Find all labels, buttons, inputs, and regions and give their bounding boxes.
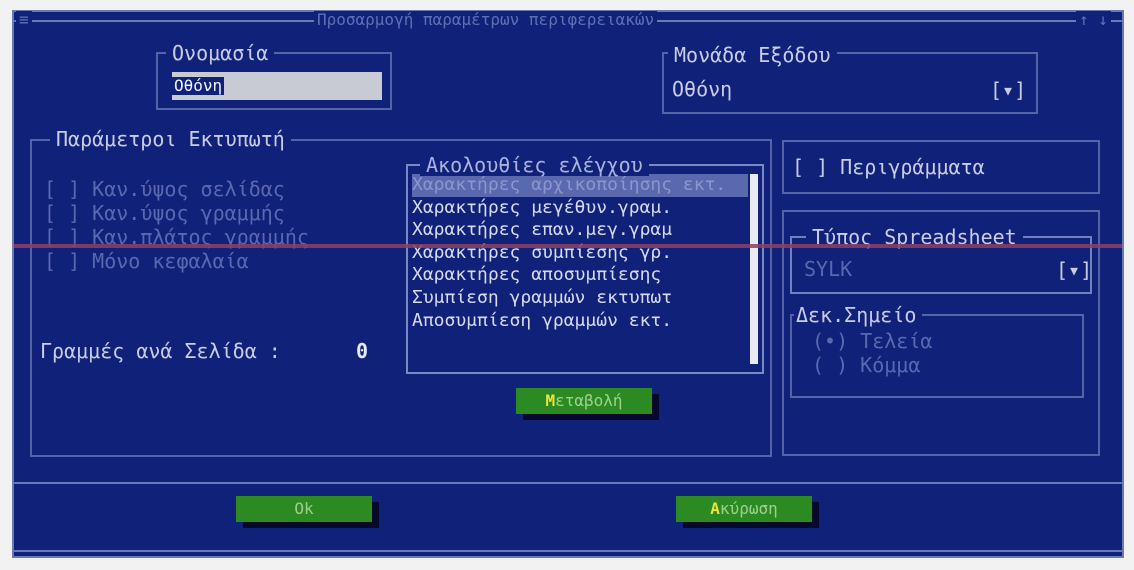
output-unit-value[interactable]: Οθόνη — [672, 78, 732, 100]
name-field-value: Οθόνη — [172, 76, 225, 95]
list-item[interactable]: Χαρακτήρες επαν.μεγ.γραμ — [412, 219, 748, 242]
decimal-option-comma-label: Κόμμα — [860, 353, 921, 377]
peripheral-settings-window: ≡ Προσαρμογή παραμέτρων περιφερειακών ↑ … — [12, 10, 1124, 558]
list-item[interactable]: Αποσυμπίεση γραμμών εκτ. — [412, 310, 748, 333]
borders-option[interactable]: [ ] Περιγράμματα — [792, 156, 985, 178]
lines-per-page-label: Γραμμές ανά Σελίδα : — [40, 339, 281, 363]
list-item[interactable]: Χαρακτήρες αρχικοποίησης εκτ. — [412, 174, 748, 197]
list-scrollbar[interactable] — [750, 174, 758, 364]
printer-params-label: Παράμετροι Εκτυπωτή — [50, 128, 291, 150]
change-button-label: εταβολή — [555, 391, 623, 410]
option-uppercase-only-label: Μόνο κεφαλαία — [92, 249, 249, 273]
bottom-separator — [14, 482, 1122, 484]
cancel-button-label: κύρωση — [719, 499, 778, 518]
borders-option-label: Περιγράμματα — [840, 155, 985, 179]
radio-comma[interactable]: ( ) — [812, 353, 848, 377]
decimal-option-comma[interactable]: ( ) Κόμμα — [812, 354, 920, 376]
system-menu-icon[interactable]: ≡ — [16, 11, 32, 29]
decimal-point-label: Δεκ.Σημείο — [794, 304, 923, 326]
option-page-height-label: Καν.ύψος σελίδας — [92, 177, 285, 201]
checkbox-page-height[interactable]: [ ] — [44, 177, 80, 201]
output-unit-dropdown-icon[interactable]: [▾] — [990, 78, 1026, 102]
window-title: Προσαρμογή παραμέτρων περιφερειακών — [314, 11, 658, 29]
list-item[interactable]: Χαρακτήρες μεγέθυν.γραμ. — [412, 197, 748, 220]
decimal-option-period-label: Τελεία — [860, 329, 933, 353]
option-uppercase-only[interactable]: [ ] Μόνο κεφαλαία — [44, 250, 249, 272]
checkbox-line-height[interactable]: [ ] — [44, 201, 80, 225]
radio-period[interactable]: (•) — [812, 329, 848, 353]
decimal-option-period[interactable]: (•) Τελεία — [812, 330, 932, 352]
scanline-artifact — [14, 244, 1122, 248]
option-line-height[interactable]: [ ] Καν.ύψος γραμμής — [44, 202, 285, 224]
cancel-button[interactable]: Ακύρωση — [676, 496, 812, 522]
checkbox-borders[interactable]: [ ] — [792, 155, 828, 179]
ok-button-label: Ok — [294, 499, 314, 518]
control-sequences-items: Χαρακτήρες αρχικοποίησης εκτ. Χαρακτήρες… — [412, 174, 748, 332]
bottom-edge-line — [14, 550, 1122, 552]
control-sequences-label: Ακολουθίες ελέγχου — [420, 154, 649, 176]
checkbox-uppercase-only[interactable]: [ ] — [44, 249, 80, 273]
output-unit-label: Μονάδα Εξόδου — [668, 44, 837, 66]
ok-button[interactable]: Ok — [236, 496, 372, 522]
change-button-hotkey: Μ — [545, 391, 556, 410]
name-field-label: Ονομασία — [166, 42, 275, 64]
lines-per-page-value[interactable]: 0 — [356, 340, 368, 362]
change-button[interactable]: Μεταβολή — [516, 388, 652, 414]
cancel-button-hotkey: Α — [710, 499, 720, 518]
option-line-height-label: Καν.ύψος γραμμής — [92, 201, 285, 225]
window-size-controls-icon[interactable]: ↑ ↓ — [1076, 11, 1111, 29]
spreadsheet-type-dropdown-icon[interactable]: [▾] — [1056, 258, 1092, 282]
control-sequences-list[interactable]: Χαρακτήρες αρχικοποίησης εκτ. Χαρακτήρες… — [406, 164, 764, 374]
list-item[interactable]: Χαρακτήρες αποσυμπίεσης — [412, 264, 748, 287]
spreadsheet-type-value[interactable]: SYLK — [804, 258, 852, 280]
name-field-input[interactable]: Οθόνη — [172, 72, 382, 100]
list-item[interactable]: Συμπίεση γραμμών εκτυπωτ — [412, 287, 748, 310]
option-page-height[interactable]: [ ] Καν.ύψος σελίδας — [44, 178, 285, 200]
